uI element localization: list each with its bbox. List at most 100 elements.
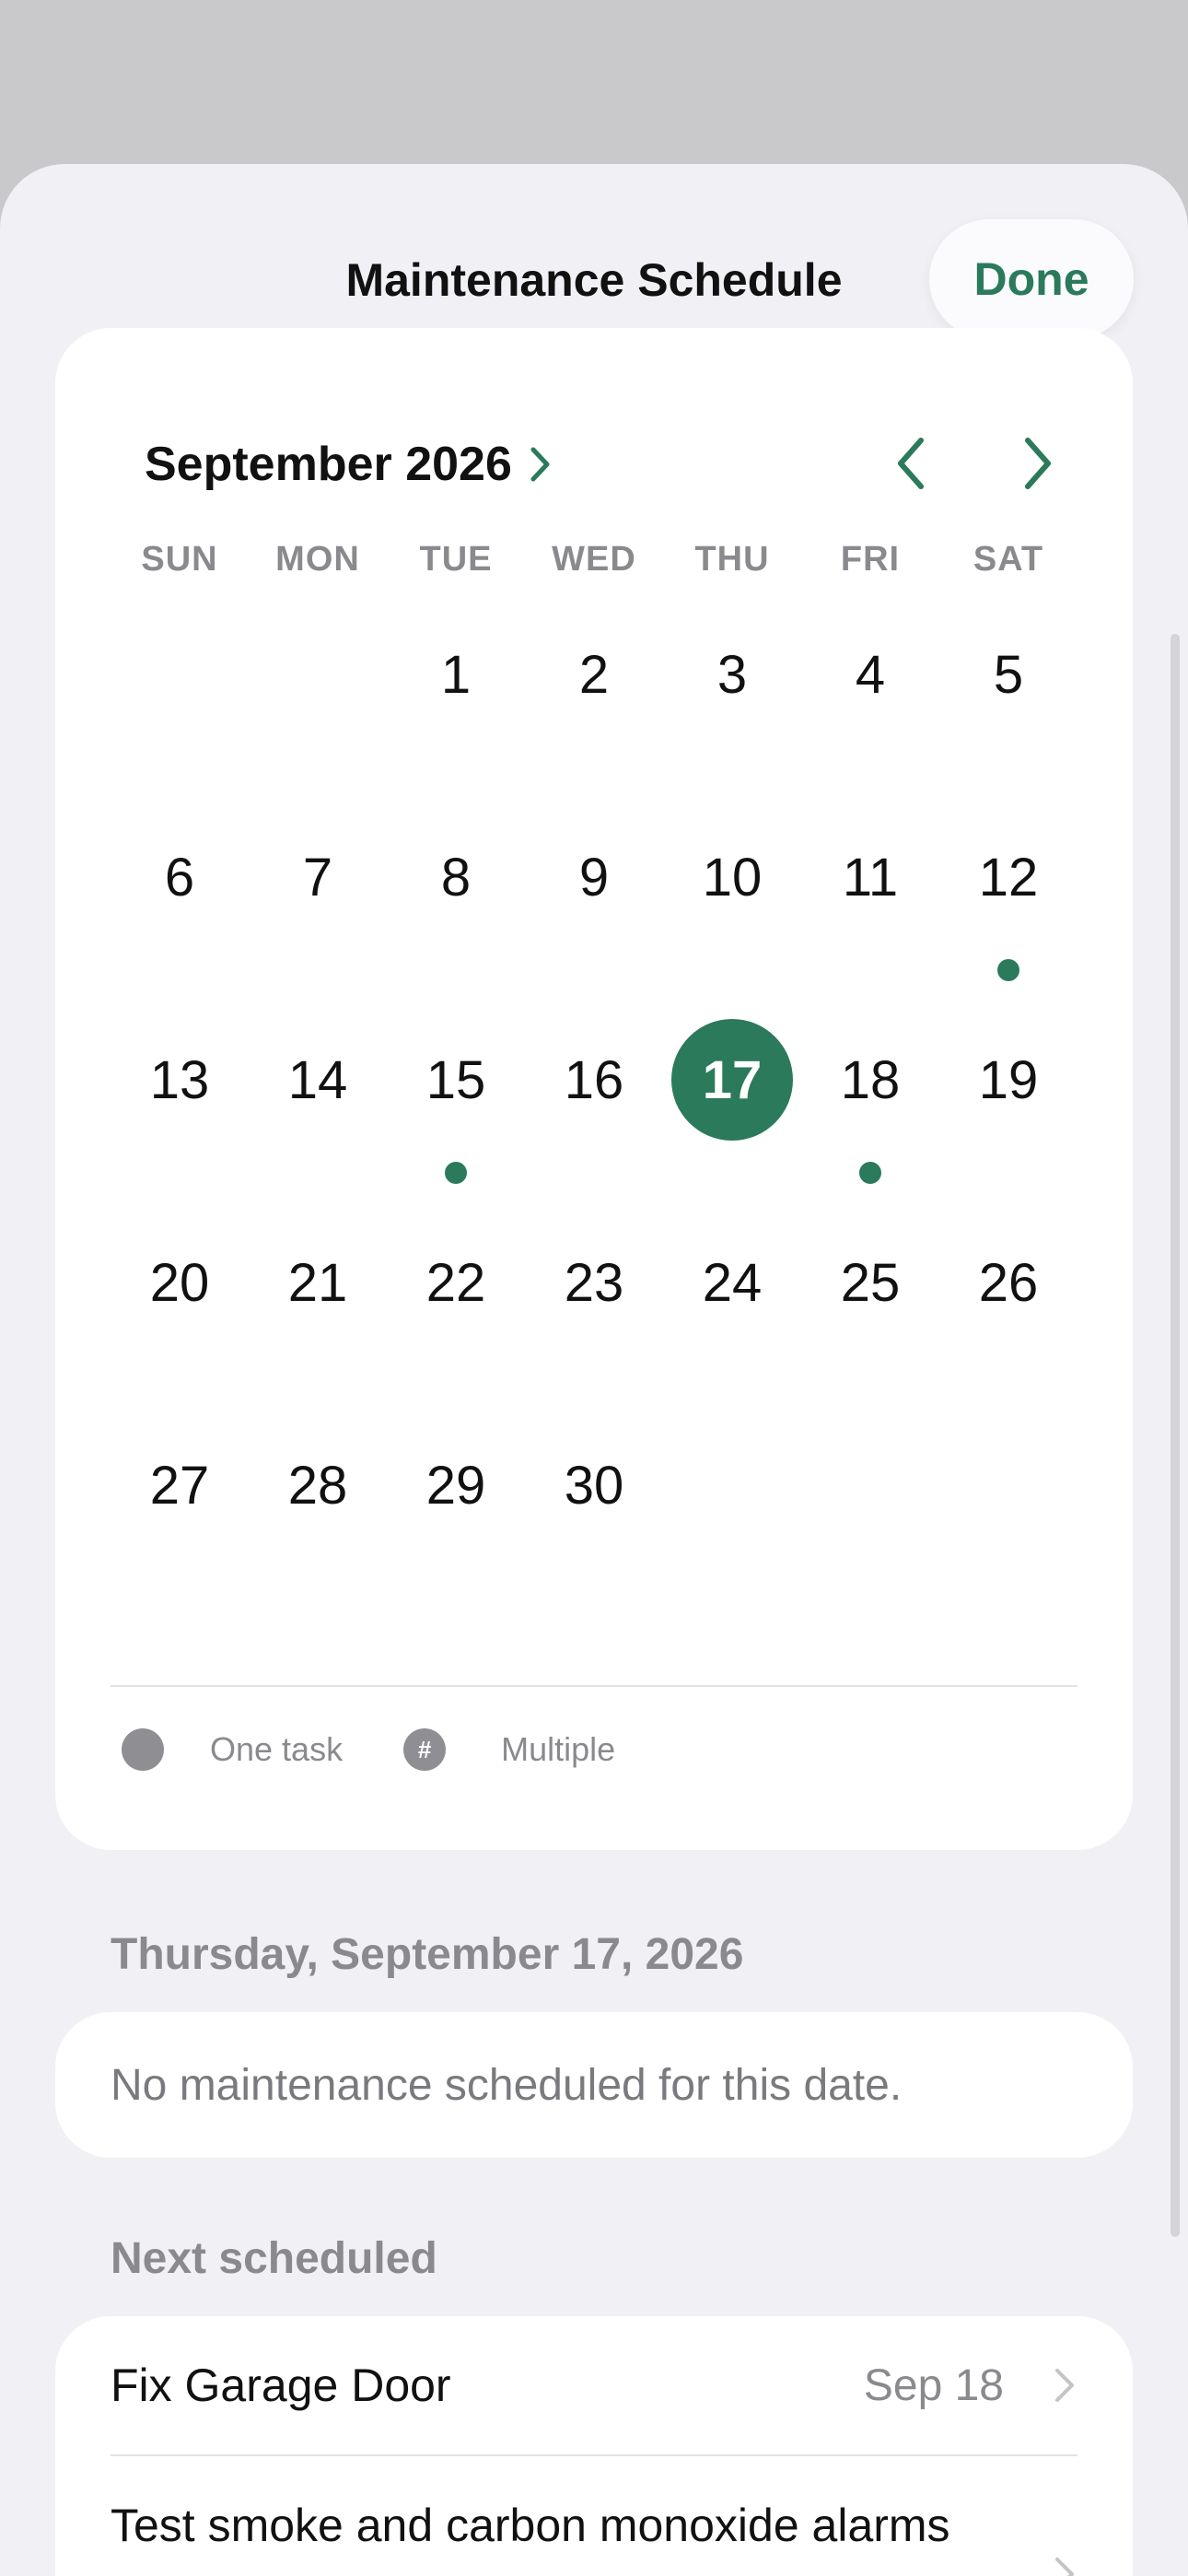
calendar-day-number: 29 [425, 1455, 486, 1516]
weekday-label: WED [552, 540, 636, 579]
calendar-day-number: 11 [842, 847, 899, 907]
calendar-day[interactable]: 25 [801, 1222, 939, 1424]
calendar-day-selected[interactable]: 17 [663, 1019, 801, 1222]
calendar-day-number: 19 [978, 1049, 1039, 1110]
calendar-day[interactable]: 6 [111, 816, 249, 1019]
calendar-day[interactable]: 8 [387, 816, 525, 1019]
legend: One task # Multiple [122, 1728, 615, 1771]
next-scheduled-list: Fix Garage Door Sep 18 Test smoke and ca… [55, 2316, 1133, 2576]
single-task-dot-icon [122, 1728, 164, 1771]
scrollbar[interactable] [1171, 634, 1180, 2237]
chevron-right-icon [1055, 2558, 1074, 2576]
multiple-tasks-badge-icon: # [403, 1728, 447, 1771]
selected-date-heading: Thursday, September 17, 2026 [111, 1930, 744, 1979]
calendar-day[interactable]: 29 [387, 1424, 525, 1627]
task-title: Test smoke and carbon monoxide alarms [111, 2500, 950, 2551]
empty-state-card: No maintenance scheduled for this date. [55, 2012, 1133, 2158]
calendar-day-number: 2 [578, 644, 610, 705]
calendar-day-number: 18 [840, 1049, 901, 1110]
calendar-day-number: 4 [855, 644, 886, 705]
calendar-day-number: 3 [716, 644, 748, 705]
calendar-day[interactable]: 5 [939, 614, 1077, 816]
calendar-day[interactable]: 21 [249, 1222, 387, 1424]
task-indicator-dot [997, 959, 1019, 981]
calendar-day[interactable]: 9 [525, 816, 663, 1019]
calendar-day[interactable]: 3 [663, 614, 801, 816]
list-item[interactable]: Fix Garage Door Sep 18 [111, 2316, 1077, 2454]
calendar-empty-cell [249, 614, 387, 816]
next-month-button[interactable] [1009, 431, 1065, 496]
calendar-day-number: 7 [302, 847, 333, 907]
calendar-day-number: 13 [149, 1049, 210, 1110]
calendar-day[interactable]: 30 [525, 1424, 663, 1627]
calendar-day-number: 8 [440, 847, 472, 907]
calendar-day[interactable]: 26 [939, 1222, 1077, 1424]
calendar-day[interactable]: 10 [663, 816, 801, 1019]
weekday-label: SAT [973, 540, 1044, 579]
weekday-label: MON [275, 540, 360, 579]
weekday-label: THU [694, 540, 770, 579]
calendar-card: September 2026 SUN MON TUE WED THU FRI SAT 123… [55, 328, 1133, 1850]
chevron-right-icon [530, 447, 550, 482]
calendar-day-number: 25 [840, 1252, 901, 1313]
calendar-day[interactable]: 18 [801, 1019, 939, 1222]
month-label: September 2026 [145, 438, 512, 491]
done-button[interactable]: Done [929, 219, 1134, 339]
weekday-label: TUE [419, 540, 493, 579]
weekday-label: FRI [840, 540, 901, 579]
task-title: Fix Garage Door [111, 2359, 451, 2411]
calendar-day-number: 1 [440, 644, 472, 705]
chevron-right-icon [1055, 2369, 1074, 2402]
legend-divider [111, 1685, 1077, 1687]
calendar-day-grid: 1 2 3 4 5 6 7 8 9 10 11 12 13 14 15 16 17 18 19 20 21 22 23 24 2… [111, 614, 1077, 1627]
empty-state-message: No maintenance scheduled for this date. [111, 2060, 903, 2110]
weekday-header: SUN MON TUE WED THU FRI SAT [111, 540, 1077, 580]
calendar-day-number: 17 [671, 1019, 793, 1141]
calendar-day[interactable]: 20 [111, 1222, 249, 1424]
month-picker-button[interactable]: September 2026 [145, 437, 553, 492]
previous-month-button[interactable] [884, 431, 939, 496]
calendar-day-number: 10 [702, 847, 763, 907]
legend-single-label: One task [210, 1730, 344, 1768]
calendar-day-number: 9 [578, 847, 610, 907]
task-date: Sep 18 [863, 2360, 1004, 2410]
calendar-day-number: 26 [978, 1252, 1039, 1313]
calendar-day[interactable]: 14 [249, 1019, 387, 1222]
chevron-left-icon [898, 438, 924, 489]
calendar-day-number: 22 [425, 1252, 486, 1313]
task-indicator-dot [859, 1162, 881, 1184]
calendar-day[interactable]: 28 [249, 1424, 387, 1627]
calendar-day[interactable]: 11 [801, 816, 939, 1019]
calendar-day[interactable]: 2 [525, 614, 663, 816]
legend-multiple-label: Multiple [501, 1730, 616, 1768]
calendar-day-number: 5 [993, 644, 1024, 705]
calendar-empty-cell [111, 614, 249, 816]
calendar-day[interactable]: 16 [525, 1019, 663, 1222]
calendar-day-number: 14 [287, 1049, 348, 1110]
calendar-day-number: 15 [425, 1049, 486, 1110]
calendar-day[interactable]: 24 [663, 1222, 801, 1424]
calendar-day[interactable]: 7 [249, 816, 387, 1019]
calendar-day-number: 20 [149, 1252, 210, 1313]
calendar-day-number: 27 [149, 1455, 210, 1516]
calendar-day[interactable]: 1 [387, 614, 525, 816]
chevron-right-icon [1025, 438, 1051, 489]
calendar-day[interactable]: 19 [939, 1019, 1077, 1222]
calendar-day[interactable]: 13 [111, 1019, 249, 1222]
calendar-day-number: 30 [564, 1455, 624, 1516]
calendar-day-number: 6 [164, 847, 195, 907]
next-scheduled-heading: Next scheduled [111, 2234, 437, 2283]
calendar-day-number: 12 [978, 847, 1039, 907]
calendar-day[interactable]: 27 [111, 1424, 249, 1627]
calendar-day[interactable]: 22 [387, 1222, 525, 1424]
calendar-day[interactable]: 23 [525, 1222, 663, 1424]
list-item[interactable]: Test smoke and carbon monoxide alarms [111, 2456, 1077, 2576]
schedule-sheet: Maintenance Schedule Done September 2026… [0, 164, 1188, 2576]
calendar-day-number: 23 [564, 1252, 624, 1313]
weekday-label: SUN [141, 540, 218, 579]
calendar-day[interactable]: 4 [801, 614, 939, 816]
calendar-day-number: 28 [287, 1455, 348, 1516]
calendar-day[interactable]: 15 [387, 1019, 525, 1222]
calendar-day[interactable]: 12 [939, 816, 1077, 1019]
task-indicator-dot [445, 1162, 467, 1184]
